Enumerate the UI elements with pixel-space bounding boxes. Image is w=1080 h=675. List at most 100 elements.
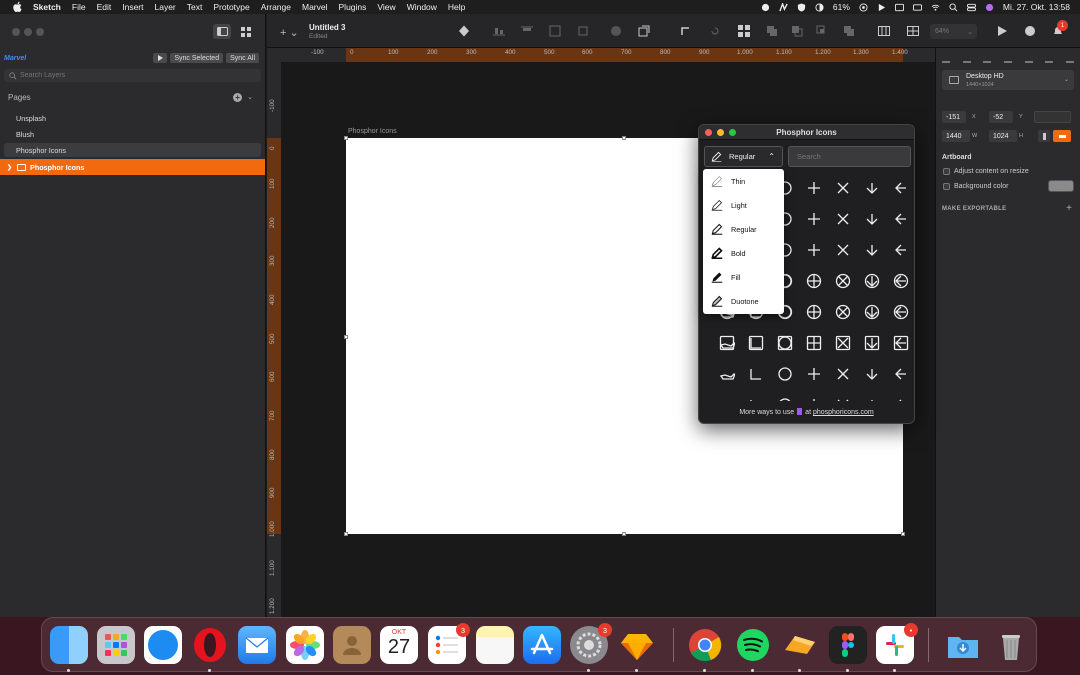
align-left-icon[interactable] (942, 57, 950, 63)
weight-option-regular[interactable]: Regular (703, 217, 784, 241)
downloads-folder-icon[interactable] (944, 626, 982, 664)
rotate-icon[interactable] (680, 25, 692, 37)
battery-icon[interactable] (815, 2, 824, 12)
arrow-down-icon[interactable] (863, 210, 881, 228)
plus-icon[interactable] (805, 241, 823, 259)
background-color-checkbox[interactable] (943, 183, 950, 190)
plus-icon[interactable] (805, 179, 823, 197)
align-bottom-icon[interactable] (1065, 57, 1074, 63)
grid-view-icon[interactable] (907, 25, 919, 37)
arrow-left-icon[interactable] (892, 210, 910, 228)
minimize-window-button[interactable] (24, 28, 32, 36)
align-icon[interactable] (747, 396, 765, 401)
menu-window[interactable]: Window (407, 2, 437, 12)
plugin-titlebar[interactable]: Phosphor Icons (699, 125, 914, 140)
add-page-button[interactable]: + (233, 92, 243, 102)
vertical-ruler[interactable]: -100 0 100 200 300 400 500 600 700 800 9… (267, 62, 281, 617)
weight-option-fill[interactable]: Fill (703, 265, 784, 289)
menu-help[interactable]: Help (448, 2, 465, 12)
arrow-left-icon[interactable] (892, 396, 910, 401)
arrow-down-icon[interactable] (863, 334, 881, 352)
group-icon[interactable] (738, 25, 750, 37)
plus-icon[interactable] (805, 272, 823, 290)
arrow-left-icon[interactable] (892, 241, 910, 259)
menu-marvel[interactable]: Marvel (302, 2, 328, 12)
zoom-field[interactable]: 64% ⌄ (930, 24, 977, 39)
page-item-unsplash[interactable]: Unsplash (4, 111, 261, 125)
mail-app-icon[interactable] (238, 626, 276, 664)
circle-icon[interactable] (776, 334, 794, 352)
insert-button[interactable]: + ⌄ (280, 26, 299, 39)
x-icon[interactable] (834, 179, 852, 197)
chrome-app-icon[interactable] (686, 626, 724, 664)
sync-all-button[interactable]: Sync All (226, 53, 259, 63)
portrait-orientation-button[interactable] (1038, 130, 1050, 142)
weight-option-bold[interactable]: Bold (703, 241, 784, 265)
figma-app-icon[interactable] (829, 626, 867, 664)
menu-file[interactable]: File (72, 2, 86, 12)
siri-icon[interactable] (985, 3, 994, 12)
control-center-icon[interactable] (966, 3, 976, 12)
weight-select-button[interactable]: Regular ⌃ (704, 146, 783, 167)
rotation-field[interactable] (1034, 111, 1071, 123)
weight-option-duotone[interactable]: Duotone (703, 289, 784, 313)
weight-option-light[interactable]: Light (703, 193, 784, 217)
scale-icon[interactable] (577, 25, 589, 37)
search-icon[interactable] (949, 2, 958, 12)
notes-app-icon[interactable] (476, 626, 514, 664)
keyboard-icon[interactable] (912, 3, 922, 12)
chevron-down-icon[interactable]: ⌄ (247, 93, 253, 101)
wifi-icon[interactable] (931, 3, 940, 12)
marvel-play-button[interactable] (153, 53, 168, 63)
sketch-app-icon[interactable] (618, 626, 656, 664)
close-window-button[interactable] (12, 28, 20, 36)
artboard-title[interactable]: Phosphor Icons (348, 128, 397, 135)
arrow-down-icon[interactable] (863, 241, 881, 259)
finder-app-icon[interactable] (50, 626, 88, 664)
airplane-icon[interactable] (718, 365, 736, 383)
resize-handle[interactable] (622, 532, 626, 536)
menu-prototype[interactable]: Prototype (213, 2, 249, 12)
layer-artboard-phosphor-icons[interactable]: ❯ Phosphor Icons (0, 159, 265, 175)
arrow-left-icon[interactable] (892, 179, 910, 197)
record-icon[interactable] (859, 2, 868, 12)
x-icon[interactable] (834, 241, 852, 259)
preview-play-icon[interactable] (996, 25, 1008, 37)
page-item-blush[interactable]: Blush (4, 127, 261, 141)
align-top-icon[interactable] (1024, 57, 1033, 63)
horizontal-ruler[interactable]: -100 0 100 200 300 400 500 600 700 800 9… (281, 48, 935, 62)
page-item-phosphor-icons[interactable]: Phosphor Icons (4, 143, 261, 157)
plus-icon[interactable] (805, 334, 823, 352)
menu-edit[interactable]: Edit (97, 2, 112, 12)
adjust-content-checkbox[interactable] (943, 168, 950, 175)
photos-app-icon[interactable] (286, 626, 324, 664)
mask-icon[interactable] (549, 25, 561, 37)
arrow-left-icon[interactable] (892, 334, 910, 352)
arrow-left-icon[interactable] (892, 272, 910, 290)
menubar-clock[interactable]: Mi. 27. Okt. 13:58 (1003, 2, 1070, 12)
artboard-preset-select[interactable]: Desktop HD 1440×1024 ⌄ (942, 70, 1074, 90)
create-symbol-icon[interactable] (458, 25, 470, 37)
intersect-icon[interactable] (816, 25, 828, 37)
add-export-button[interactable]: + (1066, 203, 1072, 214)
arrow-down-icon[interactable] (863, 179, 881, 197)
resize-handle[interactable] (344, 335, 348, 339)
flatten-icon[interactable] (709, 25, 721, 37)
zoom-window-button[interactable] (36, 28, 44, 36)
x-icon[interactable] (834, 396, 852, 401)
disclosure-arrow-icon[interactable]: ❯ (7, 164, 12, 171)
subtract-icon[interactable] (791, 25, 803, 37)
menu-arrange[interactable]: Arrange (261, 2, 291, 12)
apple-icon[interactable] (12, 1, 24, 13)
shield-icon[interactable] (797, 2, 806, 12)
play-icon[interactable] (877, 3, 886, 12)
resize-handle[interactable] (344, 532, 348, 536)
plus-icon[interactable] (805, 396, 823, 401)
menu-insert[interactable]: Insert (122, 2, 143, 12)
x-icon[interactable] (834, 272, 852, 290)
sync-selected-button[interactable]: Sync Selected (170, 53, 224, 63)
union-icon[interactable] (766, 25, 778, 37)
align-icon[interactable] (747, 365, 765, 383)
x-field[interactable]: -151 (942, 111, 966, 123)
layer-search-input[interactable] (20, 72, 220, 79)
